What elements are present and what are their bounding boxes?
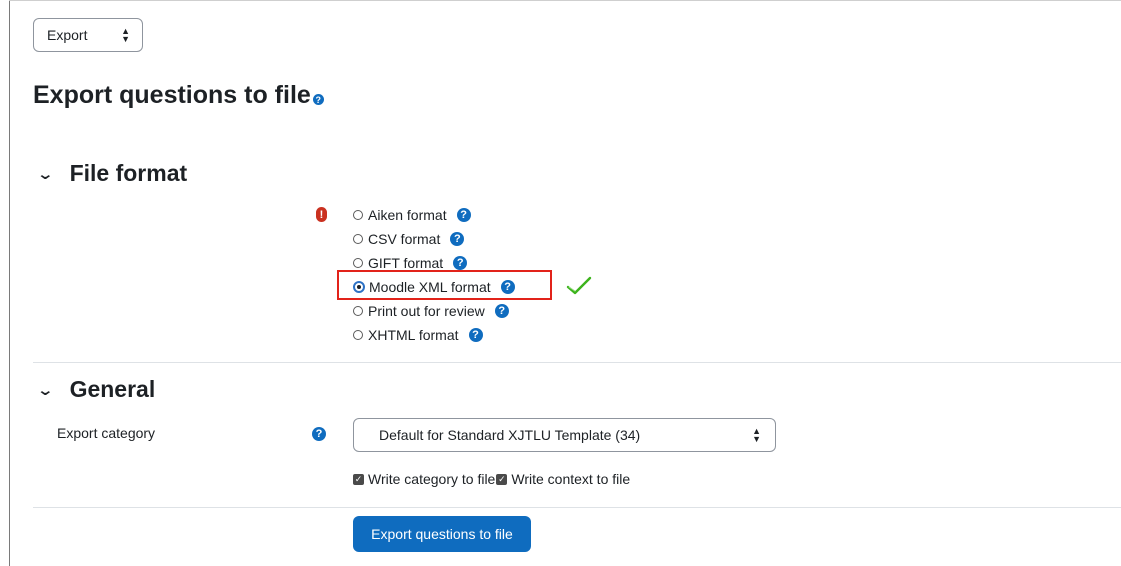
section-general-title: General <box>69 376 156 402</box>
radio-label: Aiken format <box>368 207 447 223</box>
radio-label: XHTML format <box>368 327 459 343</box>
page-title: Export questions to file ? <box>33 81 324 110</box>
radio-button[interactable] <box>353 234 363 244</box>
select-arrows-icon: ▲ ▼ <box>121 26 130 44</box>
action-select[interactable]: Export ▲ ▼ <box>33 18 143 52</box>
help-icon[interactable]: ? <box>456 208 471 222</box>
required-icon: ! <box>316 207 327 222</box>
radio-button[interactable] <box>353 258 363 268</box>
checkbox-label: Write category to file <box>368 471 496 487</box>
radio-button[interactable] <box>353 210 363 220</box>
radio-option-print[interactable]: Print out for review ? <box>353 299 515 323</box>
export-category-label: Export category <box>57 425 156 441</box>
export-category-value: Default for Standard XJTLU Template (34) <box>379 427 641 443</box>
page-title-text: Export questions to file <box>33 81 311 109</box>
help-icon[interactable]: ? <box>494 304 509 318</box>
chevron-down-icon: ⌄ <box>36 381 55 399</box>
help-icon[interactable]: ? <box>468 328 483 342</box>
chevron-down-icon: ⌄ <box>36 165 55 183</box>
section-file-format-title: File format <box>69 160 188 186</box>
section-divider <box>33 507 1121 508</box>
action-select-value: Export <box>47 27 88 43</box>
section-divider <box>33 362 1121 363</box>
radio-label: GIFT format <box>368 255 444 271</box>
frame-top-border <box>9 0 1121 1</box>
help-icon[interactable]: ? <box>453 256 468 270</box>
green-check-icon <box>566 276 592 295</box>
radio-label: CSV format <box>368 231 441 247</box>
write-options: ✓ Write category to file ✓ Write context… <box>353 471 630 487</box>
help-icon[interactable]: ? <box>450 232 465 246</box>
radio-button[interactable] <box>353 306 363 316</box>
radio-label: Print out for review <box>368 303 485 319</box>
checkbox-write-category[interactable]: ✓ <box>353 473 364 485</box>
radio-button[interactable] <box>353 330 363 340</box>
radio-option-csv[interactable]: CSV format ? <box>353 227 515 251</box>
export-questions-button[interactable]: Export questions to file <box>353 516 531 552</box>
help-icon[interactable]: ? <box>312 427 326 441</box>
frame-left-border <box>9 0 10 566</box>
section-file-format[interactable]: ⌄ File format <box>36 160 188 187</box>
checkbox-write-context[interactable]: ✓ <box>496 473 508 485</box>
radio-option-aiken[interactable]: Aiken format ? <box>353 203 515 227</box>
section-general[interactable]: ⌄ General <box>36 376 156 403</box>
radio-option-xhtml[interactable]: XHTML format ? <box>353 323 515 347</box>
checkbox-label: Write context to file <box>511 471 631 487</box>
select-arrows-icon: ▲ ▼ <box>752 426 761 444</box>
export-category-select[interactable]: Default for Standard XJTLU Template (34)… <box>353 418 776 452</box>
help-icon[interactable]: ? <box>312 94 324 105</box>
highlight-annotation-box <box>337 270 552 300</box>
